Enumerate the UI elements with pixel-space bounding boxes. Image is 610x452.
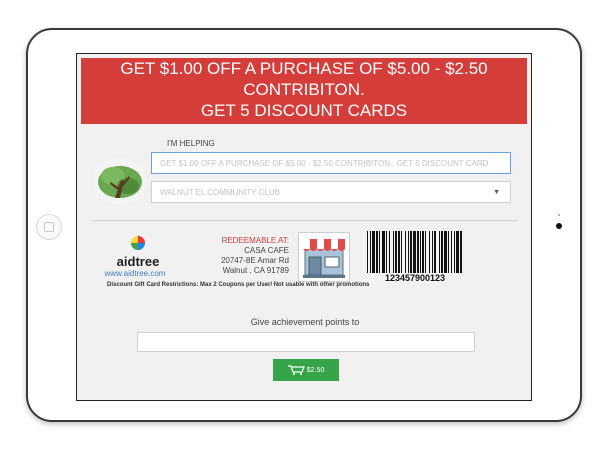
camera-icon <box>556 223 562 229</box>
offer-banner: GET $1.00 OFF A PURCHASE OF $5.00 - $2.5… <box>81 58 527 124</box>
helping-label: I'M HELPING <box>167 139 215 148</box>
brand-url-link[interactable]: www.aidtree.com <box>101 269 169 279</box>
aidtree-logo: aidtree www.aidtree.com <box>105 236 169 279</box>
section-divider <box>93 220 517 221</box>
cart-pay-amount: $2.50 <box>306 366 325 374</box>
barcode-image <box>367 231 462 273</box>
store-name: CASA CAFE <box>244 246 289 255</box>
community-select[interactable]: WALNUT EL COMMUNITY CLUB ▼ <box>151 181 511 203</box>
cart-icon <box>287 365 305 375</box>
cart-pay-button[interactable]: $2.50 <box>273 359 339 381</box>
barcode-number: 123457900123 <box>384 273 446 283</box>
redeem-info: REDEEMABLE AT: CASA CAFE 20747-8E Amar R… <box>189 236 289 276</box>
banner-line-3: GET 5 DISCOUNT CARDS <box>200 101 408 120</box>
tree-image-icon <box>98 166 142 198</box>
campaign-avatar <box>93 158 147 204</box>
restrictions-text: Discount Gift Card Restrictions: Max 2 C… <box>107 282 370 288</box>
achievement-recipient-input[interactable] <box>137 332 475 352</box>
sensor-dot <box>558 214 560 216</box>
store-address-line-1: 20747-8E Amar Rd <box>220 256 289 265</box>
banner-line-1: GET $1.00 OFF A PURCHASE OF $5.00 - $2.5… <box>120 59 488 78</box>
aidtree-mark-icon <box>131 236 145 250</box>
redeem-label: REDEEMABLE AT: <box>221 236 289 245</box>
brand-name: aidtree <box>116 254 160 269</box>
store-address-line-2: Walnut , CA 91789 <box>222 266 289 275</box>
campaign-title-input[interactable]: GET $1.00 OFF A PURCHASE OF $5.00 - $2.5… <box>151 152 511 174</box>
app-screen: GET $1.00 OFF A PURCHASE OF $5.00 - $2.5… <box>76 53 532 401</box>
community-select-value: WALNUT EL COMMUNITY CLUB <box>160 188 281 197</box>
home-button[interactable] <box>36 214 62 240</box>
banner-line-2: CONTRIBITON. <box>243 80 365 99</box>
store-icon <box>298 232 350 282</box>
caret-down-icon: ▼ <box>493 189 500 196</box>
achievement-label: Give achievement points to <box>250 317 360 327</box>
